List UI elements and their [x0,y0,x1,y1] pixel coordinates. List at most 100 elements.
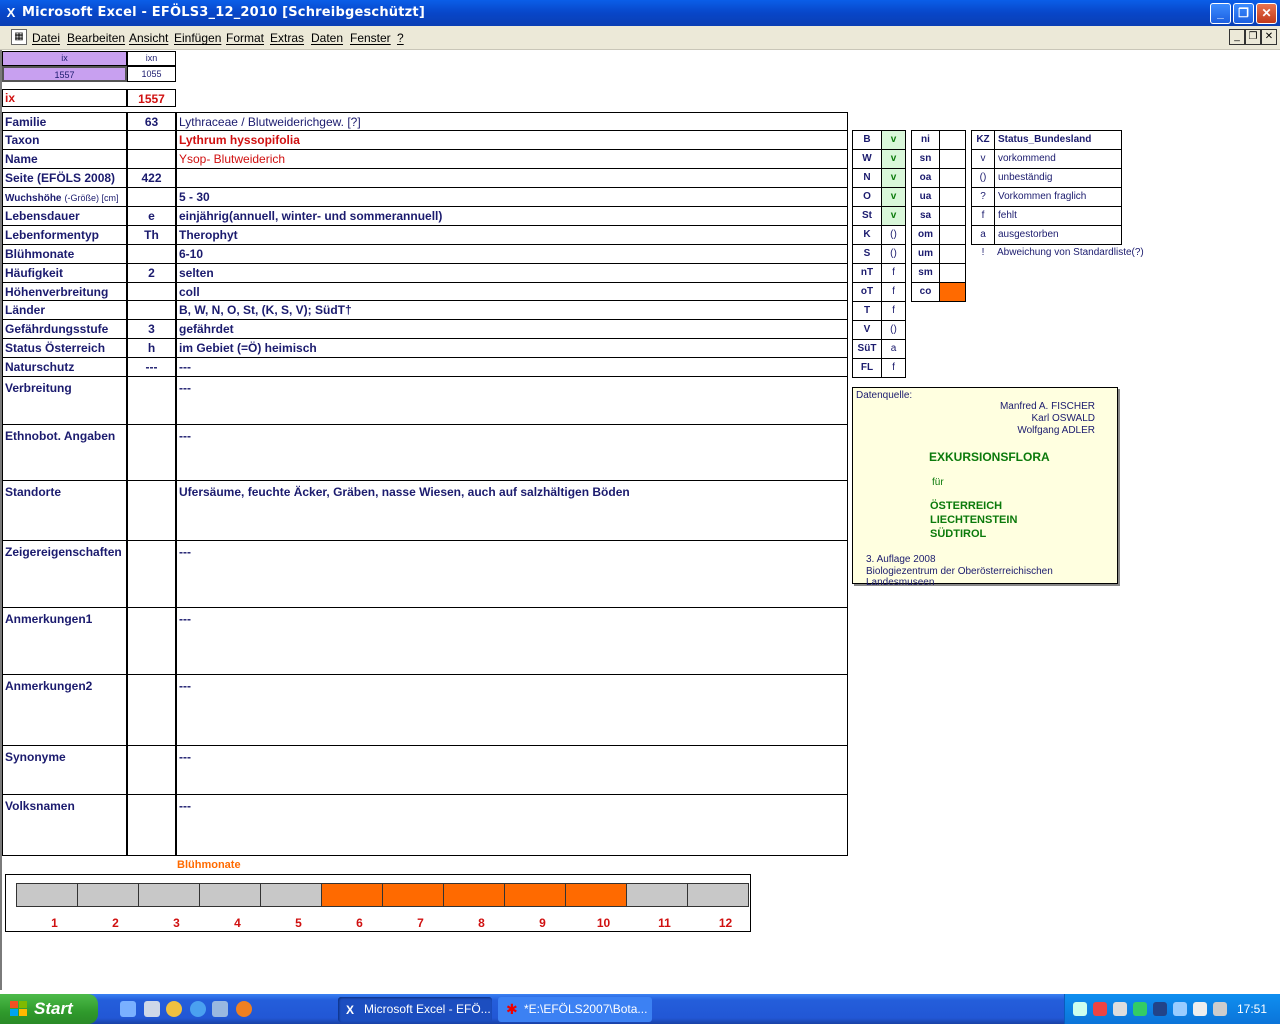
detail-code[interactable] [127,424,176,481]
field-code[interactable] [127,244,176,264]
field-label[interactable]: Familie [2,112,127,131]
field-label[interactable]: Lebenformentyp [2,225,127,245]
ixn-header-cell[interactable]: ixn [127,51,176,66]
ix-value-cell[interactable]: 1557 [2,66,127,82]
legend-text[interactable]: fehlt [994,206,1122,226]
land-status[interactable]: v [881,168,906,188]
hoehe-code[interactable]: sa [911,206,940,226]
ixn-value-cell[interactable]: 1055 [127,66,176,82]
detail-value[interactable]: --- [176,376,848,425]
legend-code[interactable]: v [971,149,995,169]
field-label[interactable]: Wuchshöhe (-Größe) [cm] [2,187,127,207]
field-code[interactable]: 63 [127,112,176,131]
land-code[interactable]: St [852,206,882,226]
land-status[interactable]: () [881,244,906,264]
land-code[interactable]: O [852,187,882,207]
legend-code[interactable]: f [971,206,995,226]
detail-label[interactable]: Synonyme [2,745,127,795]
land-status[interactable]: f [881,282,906,302]
menu-ansicht[interactable]: Ansicht [129,31,168,45]
detail-label[interactable]: Verbreitung [2,376,127,425]
doc-minimize-button[interactable]: _ [1229,29,1245,45]
legend-status-header[interactable]: Status_Bundesland [994,130,1122,150]
legend-code[interactable]: () [971,168,995,188]
land-code[interactable]: S [852,244,882,264]
field-value[interactable]: 5 - 30 [176,187,848,207]
land-status[interactable]: v [881,130,906,150]
legend-code[interactable]: ! [971,244,995,264]
close-button[interactable]: ✕ [1256,3,1277,24]
land-code[interactable]: T [852,301,882,321]
field-label[interactable]: Name [2,149,127,169]
legend-code[interactable]: ? [971,187,995,207]
detail-value[interactable]: --- [176,540,848,608]
menu-fenster[interactable]: Fenster [350,31,391,45]
menu-help[interactable]: ? [397,31,404,45]
menu-format[interactable]: Format [226,31,264,45]
firefox-icon[interactable] [236,1001,252,1017]
land-code[interactable]: B [852,130,882,150]
detail-value[interactable]: Ufersäume, feuchte Äcker, Gräben, nasse … [176,480,848,541]
field-code[interactable] [127,130,176,150]
legend-text[interactable]: vorkommend [994,149,1122,169]
land-status[interactable]: v [881,149,906,169]
legend-text[interactable]: Vorkommen fraglich [994,187,1122,207]
excel-icon[interactable]: X [3,5,19,21]
menu-extras[interactable]: Extras [270,31,304,45]
detail-label[interactable]: Anmerkungen1 [2,607,127,675]
land-code[interactable]: W [852,149,882,169]
land-status[interactable]: v [881,187,906,207]
media-icon[interactable] [166,1001,182,1017]
restore-button[interactable]: ❐ [1233,3,1254,24]
task-excel[interactable]: Microsoft Excel - EFÖ... [338,997,492,1022]
land-status[interactable]: f [881,301,906,321]
detail-value[interactable]: --- [176,794,848,856]
hoehe-code[interactable]: co [911,282,940,302]
detail-code[interactable] [127,480,176,541]
hoehe-mark[interactable] [939,149,966,169]
land-status[interactable]: a [881,339,906,359]
field-code[interactable]: 3 [127,319,176,339]
field-label[interactable]: Naturschutz [2,357,127,377]
detail-label[interactable]: Anmerkungen2 [2,674,127,746]
land-code[interactable]: oT [852,282,882,302]
detail-label[interactable]: Zeigereigenschaften [2,540,127,608]
field-code[interactable]: --- [127,357,176,377]
field-value[interactable]: selten [176,263,848,283]
field-code[interactable]: 422 [127,168,176,188]
hoehe-code[interactable]: ua [911,187,940,207]
menu-bearbeiten[interactable]: Bearbeiten [67,31,125,45]
ix-label-cell[interactable]: ix [2,89,127,107]
explorer-icon[interactable] [144,1001,160,1017]
legend-code[interactable]: a [971,225,995,245]
detail-code[interactable] [127,794,176,856]
hoehe-mark[interactable] [939,168,966,188]
field-label[interactable]: Seite (EFÖLS 2008) [2,168,127,188]
land-code[interactable]: K [852,225,882,245]
hoehe-mark[interactable] [939,244,966,264]
ix-number-cell[interactable]: 1557 [127,89,176,107]
hoehe-code[interactable]: oa [911,168,940,188]
legend-text[interactable]: unbeständig [994,168,1122,188]
workbook-icon[interactable]: ▦ [11,29,27,45]
legend-text[interactable]: Abweichung von Standardliste(?) [994,244,1144,264]
hoehe-code[interactable]: om [911,225,940,245]
detail-label[interactable]: Ethnobot. Angaben [2,424,127,481]
menu-daten[interactable]: Daten [311,31,343,45]
menu-einfuegen[interactable]: Einfügen [174,31,221,45]
desktop-icon[interactable] [120,1001,136,1017]
field-value[interactable]: Therophyt [176,225,848,245]
ie-icon[interactable] [190,1001,206,1017]
field-label[interactable]: Häufigkeit [2,263,127,283]
field-code[interactable]: Th [127,225,176,245]
hoehe-code[interactable]: um [911,244,940,264]
field-label[interactable]: Status Österreich [2,338,127,358]
detail-label[interactable]: Standorte [2,480,127,541]
land-code[interactable]: V [852,320,882,340]
field-label[interactable]: Blühmonate [2,244,127,264]
hoehe-mark[interactable] [939,130,966,150]
land-status[interactable]: f [881,358,906,378]
field-value[interactable]: Ysop- Blutweiderich [176,149,848,169]
land-code[interactable]: N [852,168,882,188]
field-value[interactable]: --- [176,357,848,377]
